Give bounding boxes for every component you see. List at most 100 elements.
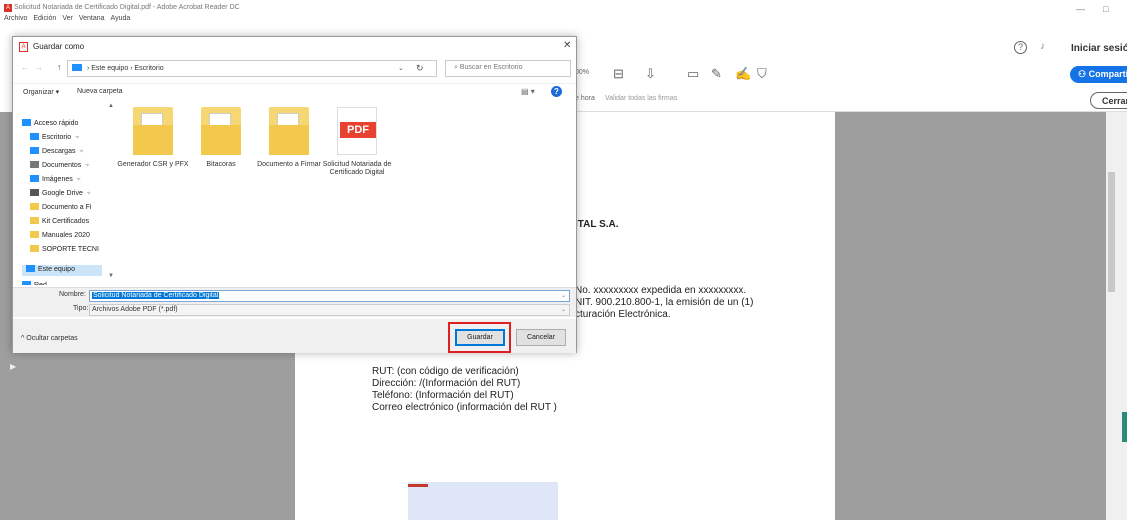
- nav-item[interactable]: Escritorio ⌖: [30, 133, 108, 144]
- scroll-mode-icon[interactable]: ⇩: [645, 66, 656, 82]
- expand-panel-icon[interactable]: ▶: [10, 362, 16, 371]
- validate-signatures-button[interactable]: Validar todas las firmas: [605, 95, 677, 102]
- refresh-icon[interactable]: ↻: [416, 63, 424, 74]
- nav-item[interactable]: Acceso rápido: [22, 119, 100, 130]
- breadcrumb-separator: ›: [86, 65, 90, 72]
- help-icon[interactable]: ?: [1014, 41, 1027, 54]
- menu-ver[interactable]: Ver: [62, 15, 73, 22]
- nav-item[interactable]: Manuales 2020: [30, 231, 108, 242]
- share-icon: ⚇: [1078, 69, 1087, 79]
- document-para-line: cturación Electrónica.: [575, 309, 671, 320]
- drive-icon: [30, 189, 39, 196]
- document-info-line: RUT: (con código de verificación): [372, 366, 519, 377]
- acrobat-window: A Solicitud Notariada de Certificado Dig…: [0, 0, 1127, 520]
- folder-front: [269, 125, 309, 155]
- zoom-level[interactable]: 00%: [575, 69, 589, 76]
- hide-folders-button[interactable]: ^ Ocultar carpetas: [21, 335, 78, 342]
- search-input[interactable]: ⌕ Buscar en Escritorio: [445, 60, 571, 77]
- help-icon[interactable]: ?: [551, 86, 562, 97]
- star-icon: [22, 119, 31, 126]
- organize-button[interactable]: Organizar ▾: [23, 88, 59, 96]
- nav-item[interactable]: Documento a Fi: [30, 203, 108, 214]
- menu-bar: Archivo Edición Ver Ventana Ayuda: [4, 15, 130, 22]
- file-list: Generador CSR y PFX Bitacoras Documento a …: [117, 103, 572, 283]
- nav-item-label: Escritorio: [42, 134, 72, 141]
- comment-icon[interactable]: ▭: [687, 66, 699, 82]
- sign-icon[interactable]: ✍: [735, 66, 751, 82]
- document-company: ITAL S.A.: [575, 219, 619, 230]
- search-icon: ⌕: [454, 64, 458, 71]
- address-bar[interactable]: › Este equipo › Escritorio ⌄ ↻: [67, 60, 437, 77]
- nav-item[interactable]: SOPORTE TECNI: [30, 245, 108, 256]
- fill-sign-icon[interactable]: ⛉: [757, 66, 767, 82]
- nav-item[interactable]: Este equipo: [22, 265, 102, 276]
- breadcrumb-este-equipo[interactable]: Este equipo: [91, 65, 128, 72]
- view-options-icon[interactable]: ▤ ▾: [521, 87, 535, 96]
- menu-edicion[interactable]: Edición: [33, 15, 56, 22]
- file-name-value: Solicitud Notariada de Certificado Digit…: [92, 292, 220, 299]
- highlight-pen-icon[interactable]: ✎: [711, 66, 722, 82]
- nav-item-label: Manuales 2020: [42, 232, 90, 239]
- restore-button[interactable]: □: [1103, 4, 1108, 14]
- nav-item[interactable]: Google Drive ⌖: [30, 189, 108, 200]
- close-signature-bar-button[interactable]: Cerrar: [1090, 92, 1127, 109]
- pin-icon[interactable]: ⌖: [75, 134, 79, 141]
- save-button[interactable]: Guardar: [455, 329, 505, 346]
- nav-item-label: SOPORTE TECNI: [42, 246, 99, 253]
- acrobat-icon: A: [4, 4, 12, 12]
- new-folder-button[interactable]: Nueva carpeta: [77, 88, 123, 95]
- file-type-select[interactable]: Archivos Adobe PDF (*.pdf): [89, 304, 570, 316]
- panel-toggle[interactable]: [1122, 412, 1127, 442]
- file-item[interactable]: Documento a Firmar: [253, 103, 325, 169]
- menu-ventana[interactable]: Ventana: [79, 15, 105, 22]
- nav-item[interactable]: Red: [22, 281, 100, 285]
- file-name-input[interactable]: Solicitud Notariada de Certificado Digit…: [89, 290, 570, 302]
- fit-page-icon[interactable]: ⊟: [613, 66, 624, 82]
- chevron-up-icon: ^: [21, 335, 25, 342]
- folder-front: [133, 125, 173, 155]
- file-item[interactable]: PDF Solicitud Notariada de Certificado Di…: [321, 103, 393, 177]
- menu-ayuda[interactable]: Ayuda: [111, 15, 131, 22]
- save-form: Nombre: Solicitud Notariada de Certifica…: [13, 287, 576, 317]
- nav-item[interactable]: Descargas ⌖: [30, 147, 108, 158]
- scroll-down-icon[interactable]: ▼: [108, 273, 114, 279]
- pin-icon[interactable]: ⌖: [85, 162, 89, 169]
- nav-scrollbar[interactable]: ▲ ▼: [108, 103, 114, 283]
- nav-item[interactable]: Imágenes ⌖: [30, 175, 108, 186]
- document-info-line: Dirección: /(Información del RUT): [372, 378, 521, 389]
- cancel-button[interactable]: Cancelar: [516, 329, 566, 346]
- nav-item-label: Este equipo: [38, 266, 75, 273]
- back-forward-icon[interactable]: ←→: [21, 63, 49, 72]
- download-icon: [30, 147, 39, 154]
- close-icon[interactable]: ✕: [563, 40, 571, 51]
- chevron-down-icon[interactable]: ⌄: [398, 64, 404, 72]
- navigation-pane: Acceso rápido Escritorio ⌖ Descargas ⌖ Docume…: [18, 103, 108, 285]
- file-item[interactable]: Generador CSR y PFX: [117, 103, 189, 169]
- scroll-thumb[interactable]: [1108, 172, 1115, 292]
- command-bar: Organizar ▾ Nueva carpeta ▤ ▾ ?: [13, 83, 576, 101]
- breadcrumb-escritorio[interactable]: Escritorio: [134, 65, 163, 72]
- minimize-button[interactable]: —: [1076, 4, 1085, 14]
- sign-in-button[interactable]: Iniciar sesió: [1071, 43, 1127, 54]
- nav-item[interactable]: Kit Certificados: [30, 217, 108, 228]
- scroll-up-icon[interactable]: ▲: [108, 103, 114, 109]
- nav-item-label: Google Drive: [42, 190, 83, 197]
- chevron-down-icon[interactable]: ⌄: [561, 292, 566, 299]
- menu-archivo[interactable]: Archivo: [4, 15, 27, 22]
- share-button[interactable]: ⚇ Comparti: [1070, 66, 1127, 83]
- document-para-line: No. xxxxxxxxx expedida en xxxxxxxxx.: [575, 285, 747, 296]
- file-item[interactable]: Bitacoras: [185, 103, 257, 169]
- dialog-title-bar: A Guardar como ✕: [13, 37, 576, 57]
- pin-icon[interactable]: ⌖: [79, 148, 83, 155]
- pin-icon[interactable]: ⌖: [87, 190, 91, 197]
- document-scrollbar[interactable]: [1106, 112, 1117, 520]
- folder-icon: [30, 231, 39, 238]
- pin-icon[interactable]: ⌖: [77, 176, 81, 183]
- signature-bar: e hora Validar todas las firmas Cerrar: [575, 88, 1127, 112]
- bell-icon[interactable]: ♪: [1040, 41, 1045, 52]
- nav-item-label: Kit Certificados: [42, 218, 90, 225]
- chevron-down-icon[interactable]: ⌄: [561, 306, 566, 313]
- nav-item[interactable]: Documentos ⌖: [30, 161, 108, 172]
- up-arrow-icon[interactable]: ↑: [57, 62, 62, 72]
- document-para-line: NIT. 900.210.800-1, la emisión de un (1): [575, 297, 754, 308]
